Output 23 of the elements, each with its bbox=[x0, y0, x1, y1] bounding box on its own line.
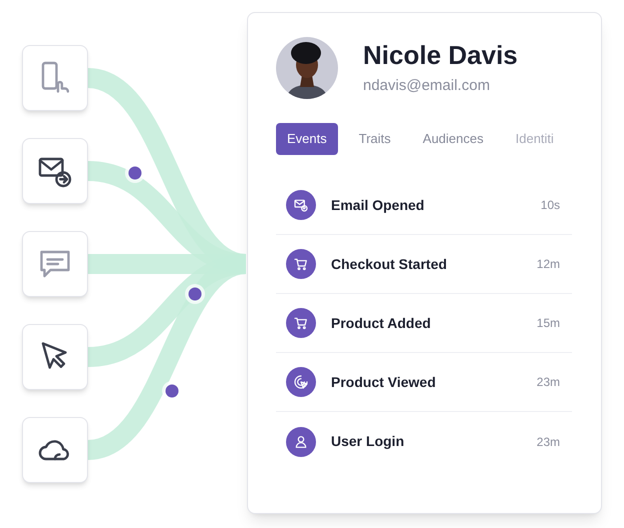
tab[interactable]: Traits bbox=[348, 123, 402, 155]
user-icon bbox=[286, 426, 316, 456]
event-time: 23m bbox=[536, 434, 560, 450]
source-card[interactable] bbox=[22, 324, 88, 390]
cart-icon bbox=[286, 308, 316, 338]
tab[interactable]: Audiences bbox=[412, 123, 494, 155]
profile-email: ndavis@email.com bbox=[363, 76, 491, 96]
cart-icon bbox=[286, 249, 316, 279]
event-name: Email Opened bbox=[331, 196, 426, 215]
event-name: User Login bbox=[331, 432, 406, 451]
tab[interactable]: Identiti bbox=[504, 123, 565, 155]
event-name: Product Viewed bbox=[331, 372, 437, 392]
source-card[interactable] bbox=[22, 138, 88, 204]
event-time: 10s bbox=[540, 197, 560, 214]
profile-name: Nicole Davis bbox=[363, 38, 518, 71]
event-time: 12m bbox=[536, 256, 560, 273]
tab[interactable]: Events bbox=[276, 123, 338, 155]
source-card[interactable] bbox=[22, 417, 88, 483]
event-name: Product Added bbox=[331, 314, 432, 332]
event-name: Checkout Started bbox=[331, 254, 448, 274]
email-check-icon bbox=[286, 190, 316, 220]
event-time: 23m bbox=[536, 374, 560, 391]
event-time: 15m bbox=[536, 315, 560, 332]
